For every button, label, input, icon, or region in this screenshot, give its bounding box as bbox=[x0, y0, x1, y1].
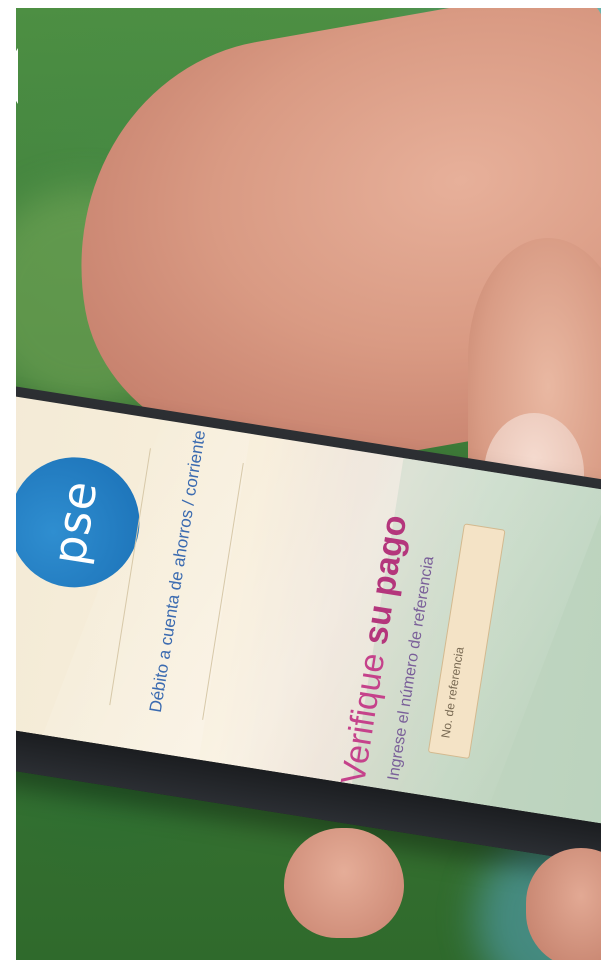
photo: pse Débito a cuenta de ahorros / corrien… bbox=[16, 8, 601, 960]
pse-logo-text: pse bbox=[41, 476, 108, 569]
back-arrow-icon[interactable] bbox=[0, 48, 18, 104]
finger bbox=[284, 828, 404, 938]
left-edge-bar bbox=[0, 0, 16, 960]
